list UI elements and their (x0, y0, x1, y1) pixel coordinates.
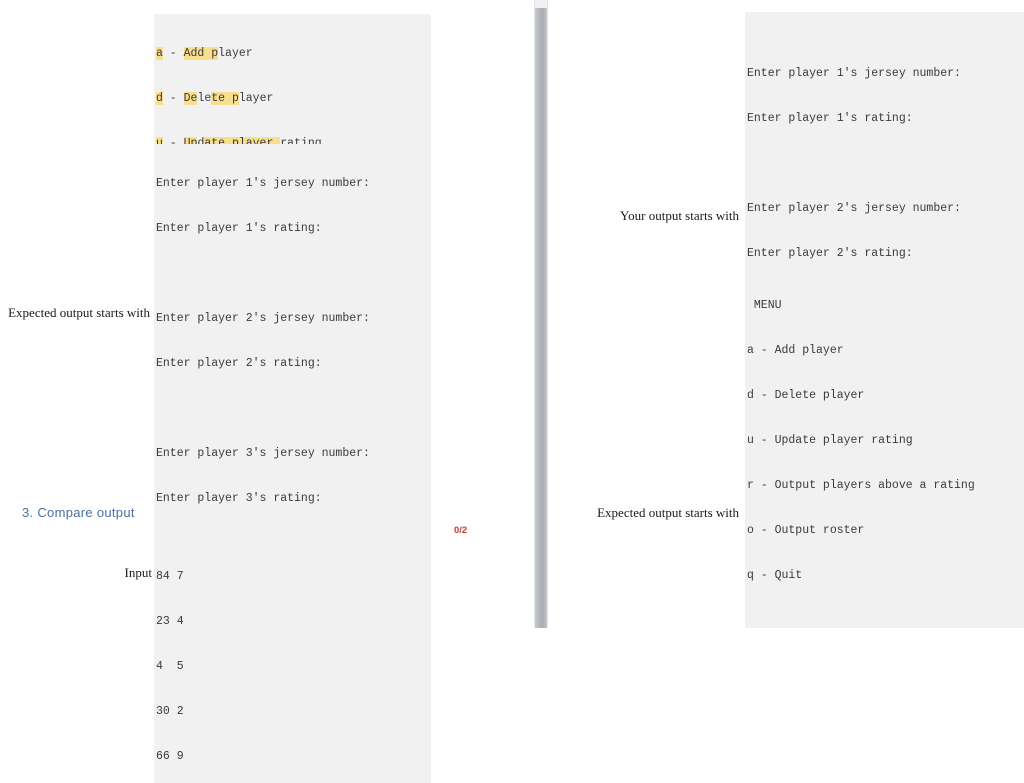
expected-output-label-right: Expected output starts with (569, 505, 739, 521)
console-line-blank (156, 266, 431, 281)
input-data-block: 84 7 23 4 4 5 30 2 66 9 (154, 537, 431, 783)
console-line: Enter player 2's rating: (747, 246, 1024, 261)
console-line: o - Output roster (747, 523, 1024, 538)
console-line: u - Update player rating (747, 433, 1024, 448)
expected-output-label-left: Expected output starts with (0, 305, 150, 321)
input-label: Input (80, 565, 152, 581)
vertical-scrollbar-thumb[interactable] (535, 8, 547, 628)
console-line: MENU (747, 298, 1024, 313)
right-expected-output-block: MENU a - Add player d - Delete player u … (745, 266, 1024, 628)
your-output-label-right: Your output starts with (579, 208, 739, 224)
score-badge: 0/2 (454, 525, 467, 536)
input-line: 30 2 (156, 704, 431, 719)
console-line: r - Output players above a rating (747, 478, 1024, 493)
console-line-blank (747, 156, 1024, 171)
input-line: 66 9 (156, 749, 431, 764)
console-line: d - Delete player (747, 388, 1024, 403)
console-line: Enter player 2's jersey number: (747, 201, 1024, 216)
console-line: Enter player 3's jersey number: (156, 446, 431, 461)
console-line: d - Delete player (156, 91, 431, 106)
console-line: a - Add player (156, 46, 431, 61)
console-line-blank (747, 613, 1024, 628)
output-comparison-pane-right: Your output starts with Expected output … (549, 0, 1024, 628)
console-line: Enter player 1's rating: (747, 111, 1024, 126)
input-line: 23 4 (156, 614, 431, 629)
console-line: Enter player 3's rating: (156, 491, 431, 506)
console-line: Enter player 2's jersey number: (156, 311, 431, 326)
console-line: Enter player 1's jersey number: (747, 66, 1024, 81)
input-line: 84 7 (156, 569, 431, 584)
input-line: 4 5 (156, 659, 431, 674)
console-line: Enter player 1's jersey number: (156, 176, 431, 191)
console-line: a - Add player (747, 343, 1024, 358)
console-line: Enter player 2's rating: (156, 356, 431, 371)
console-line-blank (156, 401, 431, 416)
console-line: q - Quit (747, 568, 1024, 583)
compare-output-heading: 3. Compare output (22, 505, 135, 520)
console-line: Enter player 1's rating: (156, 221, 431, 236)
